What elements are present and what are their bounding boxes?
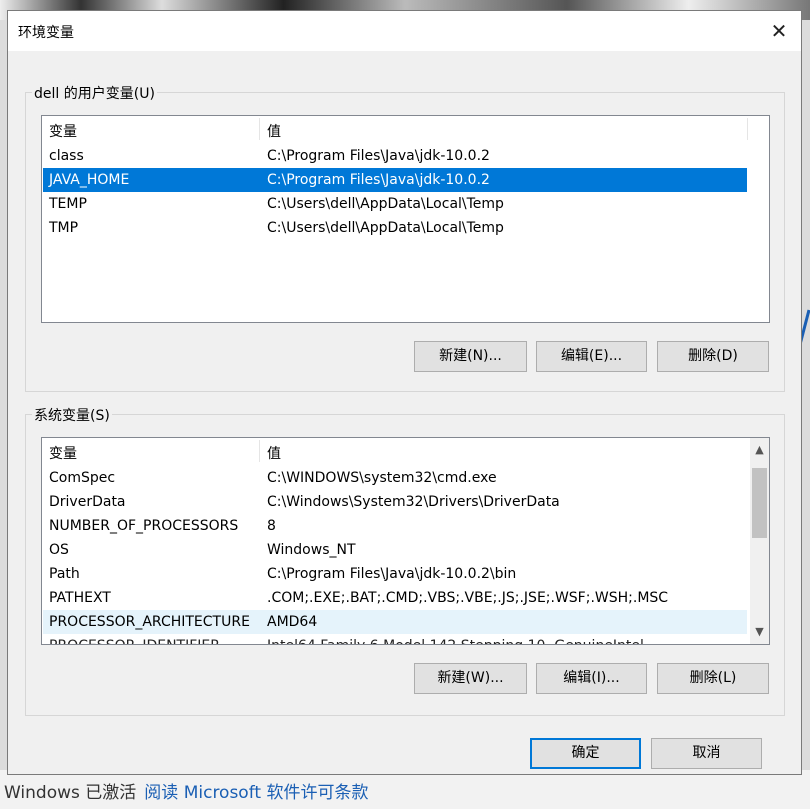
list-item[interactable]: DriverData C:\Windows\System32\Drivers\D… [43,490,747,514]
variable-name: NUMBER_OF_PROCESSORS [49,518,239,534]
list-item[interactable]: PROCESSOR_IDENTIFIER Intel64 Family 6 Mo… [43,634,747,644]
list-item-hovered[interactable]: PROCESSOR_ARCHITECTURE AMD64 [43,610,747,634]
column-header-value[interactable]: 值 [267,443,281,463]
column-header-name[interactable]: 变量 [49,121,77,141]
activation-text: Windows 已激活 [4,783,137,803]
column-separator [747,118,748,140]
column-header-name[interactable]: 变量 [49,443,77,463]
system-delete-button[interactable]: 删除(L) [657,663,769,694]
system-variables-label: 系统变量(S) [32,405,112,425]
close-icon[interactable]: ✕ [765,17,793,45]
column-header-value[interactable]: 值 [267,121,281,141]
variable-name: class [49,148,84,164]
list-item[interactable]: PATHEXT .COM;.EXE;.BAT;.CMD;.VBS;.VBE;.J… [43,586,747,610]
title-bar: 环境变量 ✕ [8,11,801,51]
list-item[interactable]: OS Windows_NT [43,538,747,562]
license-link[interactable]: 阅读 Microsoft 软件许可条款 [144,783,368,803]
ok-button[interactable]: 确定 [530,738,641,769]
user-variables-list[interactable]: 变量 值 class C:\Program Files\Java\jdk-10.… [41,115,770,323]
variable-value: C:\WINDOWS\system32\cmd.exe [267,470,497,486]
user-new-button[interactable]: 新建(N)... [414,341,527,372]
variable-value: Windows_NT [267,542,356,558]
variable-name: DriverData [49,494,126,510]
column-separator[interactable] [259,440,260,462]
user-variables-label: dell 的用户变量(U) [32,83,157,103]
variable-name: PROCESSOR_IDENTIFIER [49,634,220,644]
list-header: 变量 值 [42,438,769,464]
environment-variables-dialog: 环境变量 ✕ dell 的用户变量(U) 变量 值 class C:\Progr… [7,10,802,775]
user-delete-button[interactable]: 删除(D) [657,341,769,372]
variable-value: C:\Program Files\Java\jdk-10.0.2 [267,172,490,188]
variable-name: ComSpec [49,470,116,486]
variable-name: PATHEXT [49,590,111,606]
column-separator[interactable] [259,118,260,140]
cancel-button[interactable]: 取消 [651,738,762,769]
activation-notice: Windows 已激活 阅读 Microsoft 软件许可条款 [4,778,368,803]
list-item-selected[interactable]: JAVA_HOME C:\Program Files\Java\jdk-10.0… [43,168,747,192]
list-item[interactable]: NUMBER_OF_PROCESSORS 8 [43,514,747,538]
variable-value: 8 [267,518,276,534]
variable-value: C:\Users\dell\AppData\Local\Temp [267,220,504,236]
system-new-button[interactable]: 新建(W)... [414,663,527,694]
variable-value: C:\Program Files\Java\jdk-10.0.2 [267,148,490,164]
variable-value: C:\Users\dell\AppData\Local\Temp [267,196,504,212]
scrollbar-thumb[interactable] [752,468,767,538]
variable-name: JAVA_HOME [49,172,130,188]
variable-value: Intel64 Family 6 Model 142 Stepping 10, … [267,634,644,644]
variable-value: AMD64 [267,614,318,630]
variable-value: C:\Windows\System32\Drivers\DriverData [267,494,560,510]
chevron-down-icon[interactable]: ▼ [750,620,769,644]
variable-name: TMP [49,220,79,236]
list-header: 变量 值 [42,116,769,142]
variable-name: OS [49,542,69,558]
list-item[interactable]: ComSpec C:\WINDOWS\system32\cmd.exe [43,466,747,490]
variable-value: .COM;.EXE;.BAT;.CMD;.VBS;.VBE;.JS;.JSE;.… [267,590,669,606]
list-item[interactable]: Path C:\Program Files\Java\jdk-10.0.2\bi… [43,562,747,586]
variable-value: C:\Program Files\Java\jdk-10.0.2\bin [267,566,517,582]
list-item[interactable]: class C:\Program Files\Java\jdk-10.0.2 [43,144,747,168]
vertical-scrollbar[interactable]: ▲ ▼ [750,438,769,644]
list-item[interactable]: TMP C:\Users\dell\AppData\Local\Temp [43,216,747,240]
system-variables-list[interactable]: 变量 值 ComSpec C:\WINDOWS\system32\cmd.exe… [41,437,770,645]
system-edit-button[interactable]: 编辑(I)... [536,663,647,694]
variable-name: TEMP [49,196,87,212]
variable-name: Path [49,566,80,582]
list-item[interactable]: TEMP C:\Users\dell\AppData\Local\Temp [43,192,747,216]
user-edit-button[interactable]: 编辑(E)... [536,341,647,372]
variable-name: PROCESSOR_ARCHITECTURE [49,614,250,630]
dialog-title: 环境变量 [18,25,74,41]
desktop-bottom-strip: Windows 已激活 阅读 Microsoft 软件许可条款 [0,770,810,809]
chevron-up-icon[interactable]: ▲ [750,438,769,462]
